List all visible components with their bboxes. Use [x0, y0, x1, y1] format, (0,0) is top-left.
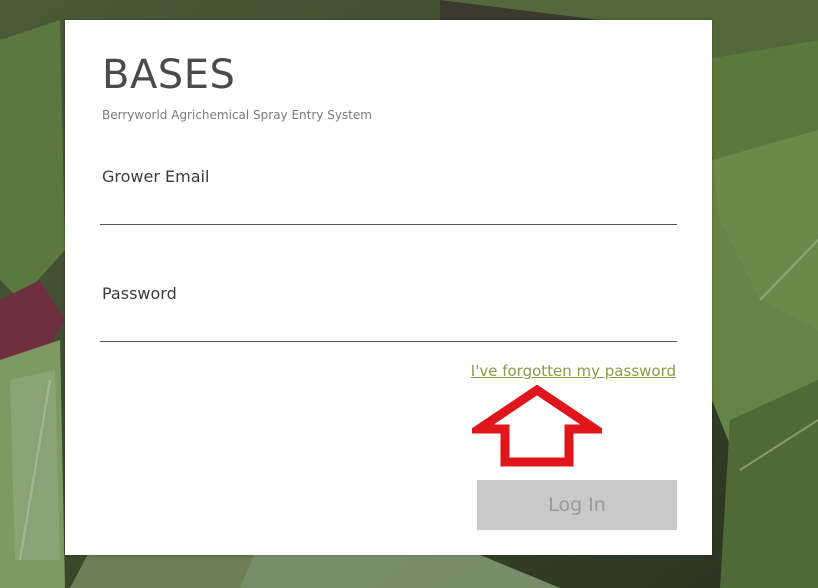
login-card: BASES Berryworld Agrichemical Spray Entr… [65, 20, 712, 555]
login-screen: BASES Berryworld Agrichemical Spray Entr… [0, 0, 818, 588]
email-label: Grower Email [102, 167, 210, 186]
app-title: BASES [102, 52, 236, 98]
email-field[interactable] [100, 201, 677, 225]
forgot-password-link[interactable]: I've forgotten my password [471, 361, 676, 381]
app-subtitle: Berryworld Agrichemical Spray Entry Syst… [102, 108, 372, 122]
login-button[interactable]: Log In [477, 480, 677, 530]
password-label: Password [102, 284, 177, 303]
up-arrow-annotation-icon [472, 385, 602, 467]
password-field[interactable] [100, 318, 677, 342]
